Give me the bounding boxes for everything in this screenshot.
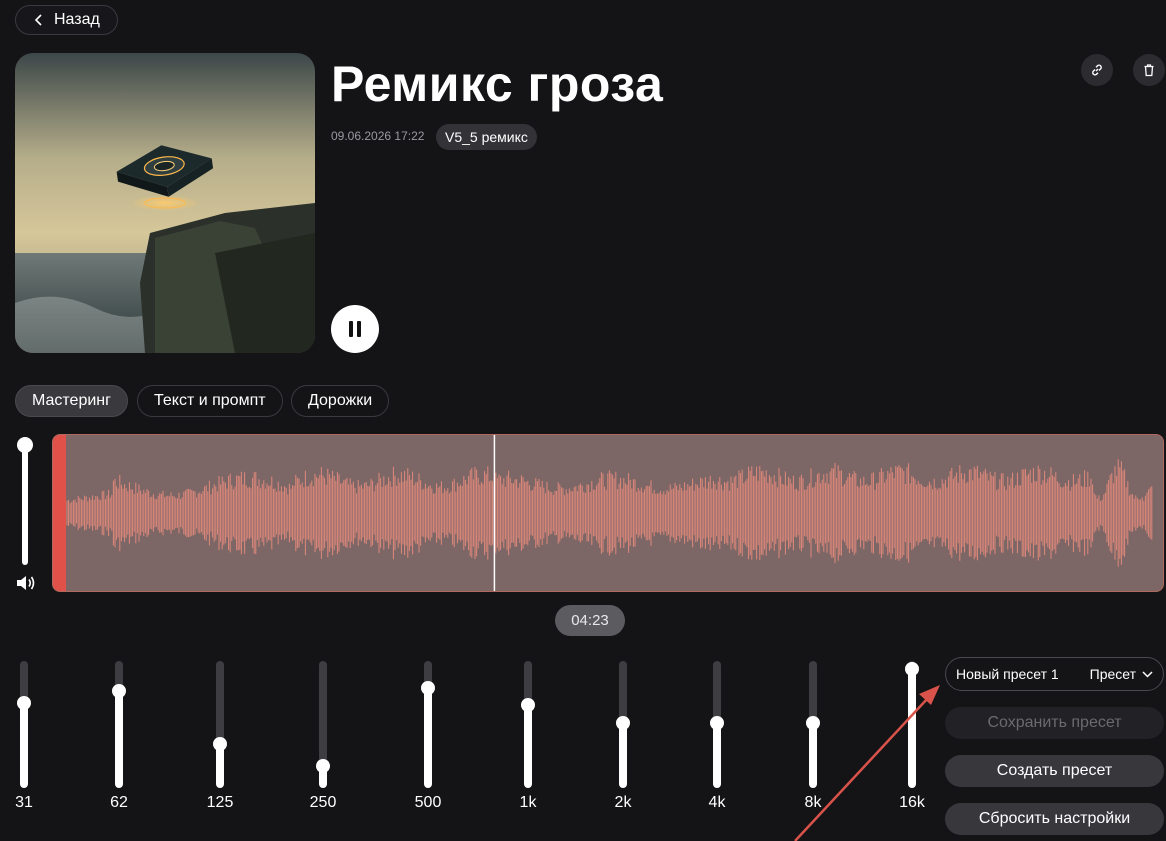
speaker-icon[interactable]: [16, 574, 36, 592]
chevron-left-icon: [34, 14, 42, 26]
save-preset-button[interactable]: Сохранить пресет: [945, 707, 1164, 739]
chevron-down-icon: [1142, 670, 1153, 678]
eq-band-125[interactable]: 125: [200, 661, 240, 821]
back-label: Назад: [54, 11, 100, 28]
volume-slider-handle[interactable]: [17, 437, 33, 453]
waveform[interactable]: [52, 434, 1164, 592]
eq-band-16k[interactable]: 16k: [892, 661, 932, 821]
eq-slider-fill: [809, 723, 817, 788]
delete-button[interactable]: [1133, 54, 1165, 86]
tab-mastering[interactable]: Мастеринг: [15, 385, 128, 417]
waveform-peaks: [66, 459, 1153, 567]
reset-settings-button[interactable]: Сбросить настройки: [945, 803, 1164, 835]
eq-band-8k[interactable]: 8k: [793, 661, 833, 821]
played-region: [53, 435, 66, 591]
eq-band-label: 125: [206, 794, 234, 811]
preset-dropdown[interactable]: Пресет: [1090, 666, 1153, 682]
tab-tracks[interactable]: Дорожки: [291, 385, 390, 417]
tab-lyrics-prompt[interactable]: Текст и промпт: [137, 385, 283, 417]
eq-band-500[interactable]: 500: [408, 661, 448, 821]
eq-slider-handle[interactable]: [316, 759, 330, 774]
eq-slider-handle[interactable]: [806, 716, 820, 731]
eq-slider-fill: [424, 687, 432, 788]
eq-slider-fill: [20, 702, 28, 788]
eq-slider-fill: [115, 691, 123, 788]
preset-dropdown-label: Пресет: [1089, 666, 1136, 682]
eq-band-31[interactable]: 31: [4, 661, 44, 821]
cover-art: [15, 53, 315, 353]
version-badge: V5_5 ремикс: [436, 124, 537, 150]
eq-band-label: 4k: [708, 794, 726, 811]
eq-band-label: 16k: [899, 794, 925, 811]
eq-band-250[interactable]: 250: [303, 661, 343, 821]
eq-band-label: 62: [110, 794, 128, 811]
eq-band-label: 1k: [519, 794, 537, 811]
eq-slider-fill: [524, 705, 532, 788]
eq-band-label: 500: [414, 794, 442, 811]
eq-band-2k[interactable]: 2k: [603, 661, 643, 821]
trash-icon: [1144, 64, 1154, 77]
back-button[interactable]: Назад: [15, 5, 118, 35]
eq-band-label: 31: [15, 794, 33, 811]
eq-slider-handle[interactable]: [112, 684, 126, 699]
volume-slider-track[interactable]: [22, 444, 28, 565]
eq-slider-fill: [619, 723, 627, 788]
playback-time: 04:23: [555, 605, 625, 636]
eq-band-label: 250: [309, 794, 337, 811]
eq-slider-handle[interactable]: [421, 680, 435, 695]
create-preset-button[interactable]: Создать пресет: [945, 755, 1164, 787]
copy-link-button[interactable]: [1081, 54, 1113, 86]
playhead[interactable]: [493, 435, 496, 591]
eq-slider-fill: [713, 723, 721, 788]
link-icon: [1092, 64, 1102, 76]
track-date: 09.06.2026 17:22: [331, 129, 425, 143]
eq-band-label: 2k: [614, 794, 632, 811]
preset-name: Новый пресет 1: [956, 666, 1059, 682]
eq-slider-handle[interactable]: [17, 695, 31, 710]
eq-slider-handle[interactable]: [905, 661, 919, 676]
pause-button[interactable]: [331, 305, 379, 353]
eq-band-label: 8k: [804, 794, 822, 811]
preset-selector[interactable]: Новый пресет 1 Пресет: [945, 657, 1164, 691]
eq-slider-fill: [908, 668, 916, 788]
eq-band-4k[interactable]: 4k: [697, 661, 737, 821]
eq-band-62[interactable]: 62: [99, 661, 139, 821]
eq-slider-handle[interactable]: [616, 716, 630, 731]
eq-slider-handle[interactable]: [213, 736, 227, 751]
eq-slider-handle[interactable]: [710, 716, 724, 731]
eq-band-1k[interactable]: 1k: [508, 661, 548, 821]
eq-slider-handle[interactable]: [521, 698, 535, 713]
track-title: Ремикс гроза: [331, 56, 664, 112]
pause-icon: [349, 321, 361, 337]
